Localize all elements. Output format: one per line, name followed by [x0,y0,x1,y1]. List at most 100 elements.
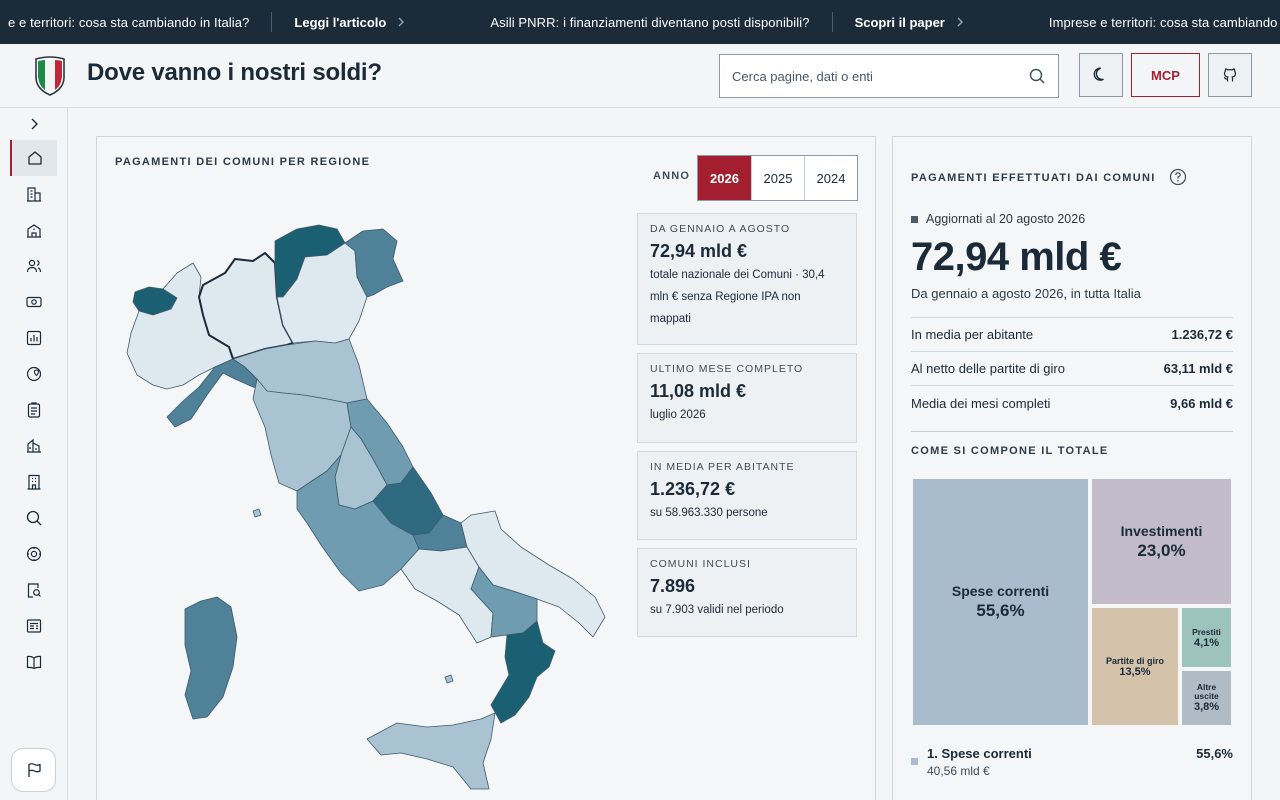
region-sicilia[interactable] [366,712,496,790]
sidebar [0,108,68,800]
italy-emblem-logo[interactable] [34,55,66,97]
sidebar-item-statistics[interactable] [10,320,57,356]
metric-row: Al netto delle partite di giro 63,11 mld… [911,352,1233,386]
treemap-cell-value: 13,5% [1119,665,1151,678]
book-icon [26,655,41,670]
region-calabria[interactable] [490,620,556,724]
discover-paper-link[interactable]: Scopri il paper [833,15,985,30]
treemap-cell-partite-di-giro[interactable]: Partite di giro 13,5% [1092,608,1178,725]
legend-percent: 55,6% [1196,746,1233,761]
year-button-2026[interactable]: 2026 [698,156,751,200]
treemap-cell-altre-uscite[interactable]: Altre uscite 3,8% [1182,671,1231,725]
news-ticker: e e territori: cosa sta cambiando in Ita… [0,0,1280,44]
composition-title: COME SI COMPONE IL TOTALE [911,445,1109,457]
year-label: ANNO [653,170,691,182]
metrics-list: In media per abitante 1.236,72 € Al nett… [911,317,1233,420]
library-icon [26,438,41,453]
sidebar-item-people[interactable] [10,248,57,284]
last-updated: Aggiornati al 20 agosto 2026 [911,212,1085,226]
read-article-link[interactable]: Leggi l'articolo [272,15,426,30]
users-icon [26,259,41,273]
stat-card-description: su 58.963.330 persone [650,507,768,519]
last-updated-text: Aggiornati al 20 agosto 2026 [926,212,1086,226]
read-article-label: Leggi l'articolo [294,14,387,30]
flag-icon [27,763,41,777]
side-panel-title: PAGAMENTI EFFETTUATI DAI COMUNI [911,172,1156,184]
search-box[interactable] [719,54,1059,98]
legend-swatch [911,758,918,765]
treemap-cell-investimenti[interactable]: Investimenti 23,0% [1092,479,1231,604]
home-icon [27,151,42,165]
news-icon [26,619,41,633]
chevron-right-icon [398,17,405,27]
legend-name: 1. Spese correnti [927,746,1032,761]
sidebar-item-home[interactable] [10,140,57,176]
metric-label: In media per abitante [911,327,1034,342]
dark-mode-button[interactable] [1079,53,1123,97]
metric-row: Media dei mesi completi 9,66 mld € [911,386,1233,420]
stat-card-key: DA GENNAIO A AGOSTO [650,223,791,235]
treemap-cell-label: Spese correnti [951,583,1050,599]
treemap-cell-label: Investimenti [1120,522,1203,539]
treemap-cell-value: 23,0% [1137,540,1186,560]
sidebar-item-entities[interactable] [10,464,57,500]
sidebar-item-finance[interactable] [10,284,57,320]
search-icon [26,510,41,526]
legend-amount: 40,56 mld € [927,764,990,778]
github-button[interactable] [1208,53,1252,97]
treemap-cell-prestiti[interactable]: Prestiti 4,1% [1182,608,1231,667]
ticker-item[interactable]: Imprese e territori: cosa sta cambiando … [985,15,1280,30]
year-button-2024[interactable]: 2024 [804,156,857,200]
office-icon [27,474,40,490]
moon-icon [1093,67,1104,81]
settings-icon [26,546,41,562]
clipboard-icon [27,402,40,418]
region-sardegna[interactable] [184,596,238,720]
report-issue-button[interactable] [11,748,56,792]
stat-card-value: 11,08 mld € [650,381,747,401]
sidebar-item-settings[interactable] [10,536,57,572]
chart-icon [26,330,41,346]
stat-card-key: COMUNI INCLUSI [650,558,751,570]
map-pin-icon [26,366,41,382]
chevron-right-icon [31,118,38,130]
ticker-item[interactable]: e e territori: cosa sta cambiando in Ita… [0,15,271,30]
search-icon[interactable] [1028,67,1046,85]
sidebar-item-search[interactable] [10,500,57,536]
document-search-icon [27,583,41,598]
divider [911,431,1233,432]
sidebar-item-territory[interactable] [10,356,57,392]
stat-card-description: totale nazionale dei Comuni · 30,4 mln €… [650,269,825,325]
year-button-2025[interactable]: 2025 [751,156,804,200]
status-square [911,215,918,223]
mcp-button[interactable]: MCP [1131,53,1200,97]
stat-card-per-capita: IN MEDIA PER ABITANTE 1.236,72 € su 58.9… [637,451,857,540]
sidebar-item-reports[interactable] [10,572,57,608]
search-input[interactable] [732,68,1028,84]
sidebar-item-guide[interactable] [10,644,57,680]
sidebar-item-schools[interactable] [10,212,57,248]
building-icon [26,187,41,202]
metric-row: In media per abitante 1.236,72 € [911,318,1233,352]
github-icon [1223,68,1237,82]
ticker-item[interactable]: Asili PNRR: i finanziamenti diventano po… [426,15,831,30]
sidebar-item-news[interactable] [10,608,57,644]
money-icon [25,296,42,308]
metric-value: 63,11 mld € [1163,361,1233,376]
stat-card-municipalities: COMUNI INCLUSI 7.896 su 7.903 validi nel… [637,548,857,637]
treemap-cell-spese-correnti[interactable]: Spese correnti 55,6% [913,479,1088,725]
municipal-payments-panel: PAGAMENTI EFFETTUATI DAI COMUNI Aggiorna… [892,136,1252,800]
italy-regions-map [126,224,606,790]
sidebar-item-municipalities[interactable] [10,176,57,212]
sidebar-item-tenders[interactable] [10,392,57,428]
sidebar-item-institutions[interactable] [10,428,57,464]
treemap-cell-label: Altre uscite [1194,682,1219,701]
sidebar-expand-button[interactable] [10,106,57,142]
help-icon[interactable] [1169,168,1187,186]
discover-paper-label: Scopri il paper [854,14,945,30]
chevron-right-icon [957,17,963,27]
site-title[interactable]: Dove vanno i nostri soldi? [87,59,382,87]
stat-card-last-month: ULTIMO MESE COMPLETO 11,08 mld € luglio … [637,353,857,443]
metric-label: Media dei mesi completi [911,395,1051,411]
treemap-cell-value: 4,1% [1193,636,1220,649]
